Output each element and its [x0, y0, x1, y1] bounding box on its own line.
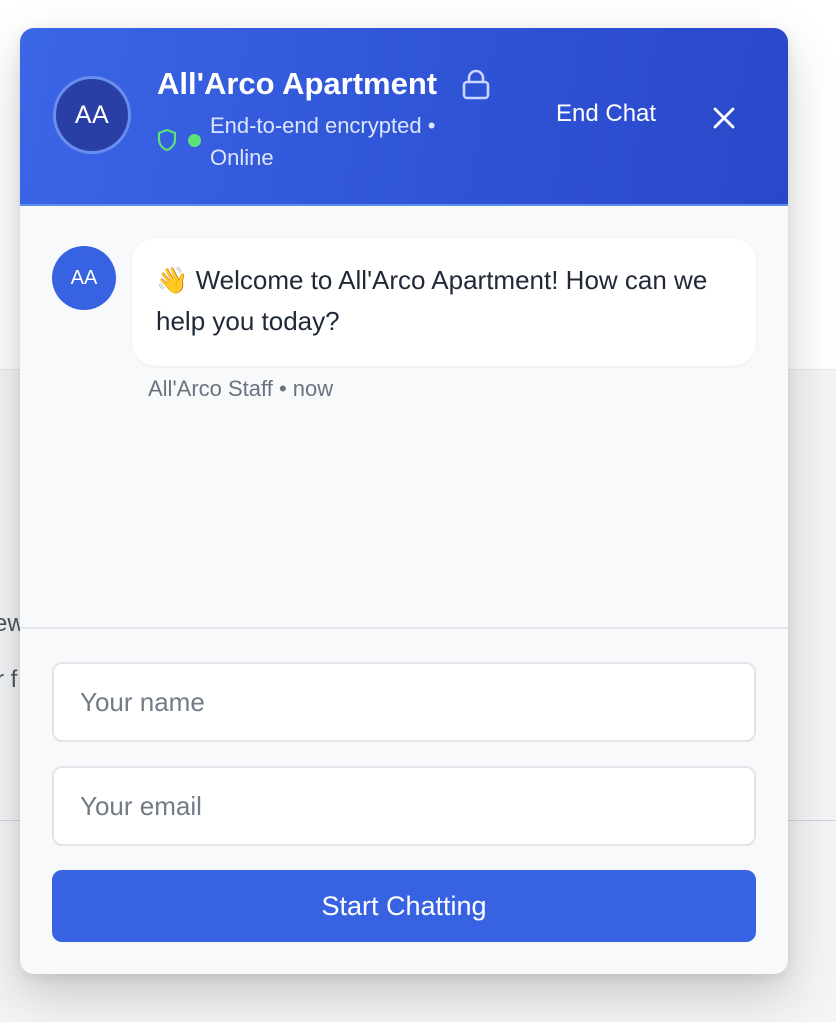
name-field[interactable]	[52, 662, 756, 742]
encryption-status: End-to-end encrypted • Online	[210, 113, 436, 170]
message-avatar: AA	[52, 246, 116, 310]
close-icon[interactable]	[708, 102, 740, 134]
avatar: AA	[53, 76, 131, 154]
chat-header: AA All'Arco Apartment End-to-end encrypt…	[20, 28, 788, 206]
message-meta: All'Arco Staff • now	[148, 376, 334, 401]
end-chat-button[interactable]: End Chat	[556, 100, 656, 128]
background-text-fragment: r f	[0, 666, 18, 693]
divider	[20, 627, 788, 629]
online-status-dot	[188, 134, 201, 147]
email-field[interactable]	[52, 766, 756, 846]
chat-title: All'Arco Apartment	[157, 66, 438, 101]
shield-icon	[157, 128, 177, 152]
lock-icon	[462, 69, 490, 100]
chat-widget: AA All'Arco Apartment End-to-end encrypt…	[20, 28, 788, 974]
message-bubble: 👋 Welcome to All'Arco Apartment! How can…	[132, 238, 756, 366]
start-chatting-button[interactable]: Start Chatting	[52, 870, 756, 942]
